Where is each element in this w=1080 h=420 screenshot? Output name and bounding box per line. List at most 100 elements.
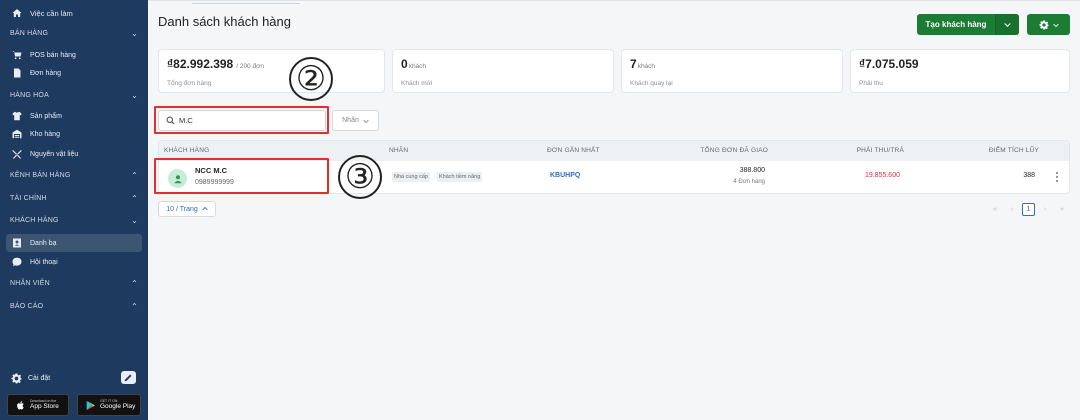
document-icon (10, 67, 24, 79)
edit-button[interactable] (121, 371, 136, 384)
top-divider-accent (192, 3, 300, 4)
contact-card-icon (10, 237, 24, 249)
chevron-down-icon: ⌄ (131, 215, 138, 225)
sidebar-section-khach-hang[interactable]: KHÁCH HÀNG ⌄ (0, 211, 148, 229)
chevron-up-icon: ⌃ (131, 193, 138, 203)
sidebar-item-conversations[interactable]: Hội thoại (0, 253, 148, 271)
utensils-icon (10, 148, 24, 160)
sidebar-item-label: Nguyên vật liệu (30, 150, 79, 158)
app-store-badge[interactable]: Download on the App Store (7, 394, 69, 416)
stat-caption: Tổng đơn hàng (167, 80, 212, 87)
sidebar-item-todo[interactable]: Việc cần làm (0, 3, 148, 23)
sidebar-item-products[interactable]: Sản phẩm (0, 107, 148, 125)
pencil-icon (124, 373, 133, 382)
sidebar-item-label: Kho hàng (30, 130, 60, 138)
stat-card-new-customers: 0 khách Khách mới (392, 49, 614, 93)
sidebar-section-kenh-ban-hang[interactable]: KÊNH BÁN HÀNG ⌃ (0, 166, 148, 184)
gear-icon (1038, 19, 1049, 30)
row-more-options-icon[interactable] (1054, 172, 1060, 182)
sidebar-section-nhan-vien[interactable]: NHÂN VIÊN ⌃ (0, 274, 148, 292)
sidebar-item-materials[interactable]: Nguyên vật liệu (0, 145, 148, 163)
page-title: Danh sách khách hàng (158, 14, 291, 29)
stat-caption: Khách quay lại (630, 80, 673, 87)
column-header-points: ĐIỂM TÍCH LŨY (988, 147, 1039, 154)
top-divider (148, 0, 1080, 1)
receivable-amount: 19.855.600 (864, 172, 900, 179)
create-options-dropdown[interactable] (995, 14, 1019, 35)
google-play-text: Google Play (100, 402, 136, 410)
last-order-link[interactable]: KBUHPQ (550, 172, 580, 179)
stat-card-receivable: ₫7.075.059 Phải thu (850, 49, 1070, 93)
sidebar-item-label: Việc cần làm (30, 8, 73, 18)
chevron-up-icon (202, 206, 208, 211)
sidebar: Việc cần làm BÁN HÀNG ⌄ POS bán hàng Đơn… (0, 0, 148, 420)
column-header-tags: NHÃN (389, 147, 409, 154)
stat-value: 7 (630, 57, 637, 71)
sidebar-item-pos[interactable]: POS bán hàng (0, 46, 148, 64)
google-play-badge[interactable]: GET IT ON Google Play (77, 394, 141, 416)
sidebar-item-contacts[interactable]: Danh bạ (6, 234, 142, 252)
stat-card-returning-customers: 7 khách Khách quay lại (621, 49, 843, 93)
sidebar-item-warehouse[interactable]: Kho hàng (0, 125, 148, 143)
sidebar-item-orders[interactable]: Đơn hàng (0, 64, 148, 82)
section-label: BÁN HÀNG (10, 29, 49, 37)
section-label: HÀNG HÓA (10, 91, 49, 99)
total-delivered-orders: 4 Đơn hàng (733, 179, 765, 185)
annotation-highlight-row (154, 158, 329, 194)
stat-value: ₫7.075.059 (859, 57, 919, 71)
chevron-down-icon (363, 119, 369, 123)
column-header-customer: KHÁCH HÀNG (164, 147, 210, 154)
annotation-step-3: ③ (338, 155, 382, 199)
chevron-down-icon: ⌄ (131, 90, 138, 100)
sidebar-item-label: Hội thoại (30, 258, 58, 266)
chevron-down-icon (1004, 23, 1011, 27)
tag-badge: Nhà cung cấp (392, 172, 430, 182)
stat-card-total-orders: ₫82.992.398 / 200 đơn Tổng đơn hàng (158, 49, 385, 93)
first-page-button[interactable]: « (989, 203, 1001, 215)
chevron-up-icon: ⌃ (131, 278, 138, 288)
chevron-down-icon: ⌄ (131, 28, 138, 38)
sidebar-item-label: Danh bạ (30, 239, 57, 247)
cart-icon (10, 49, 24, 61)
sidebar-item-label: Sản phẩm (30, 112, 62, 120)
tag-filter-select[interactable]: Nhãn (332, 110, 379, 131)
sidebar-section-ban-hang[interactable]: BÁN HÀNG ⌄ (0, 24, 148, 42)
prev-page-button[interactable]: ‹ (1006, 203, 1018, 215)
next-page-button[interactable]: › (1039, 203, 1051, 215)
current-page-button[interactable]: 1 (1022, 203, 1035, 216)
stat-suffix: / 200 đơn (236, 63, 264, 70)
settings-label: Cài đặt (28, 374, 51, 382)
settings-dropdown-button[interactable] (1027, 14, 1070, 35)
create-customer-label: Tạo khách hàng (925, 20, 987, 29)
app-store-text: App Store (30, 402, 59, 410)
sidebar-section-tai-chinh[interactable]: TÀI CHÍNH ⌃ (0, 189, 148, 207)
create-customer-button[interactable]: Tạo khách hàng (917, 14, 1019, 35)
annotation-step-2: ② (289, 57, 333, 101)
apple-icon (14, 399, 26, 411)
stat-value: ₫82.992.398 (167, 57, 234, 71)
chevron-down-icon (1052, 23, 1059, 27)
column-header-receivable: PHẢI THU/TRẢ (856, 147, 904, 154)
section-label: KHÁCH HÀNG (10, 216, 59, 224)
total-delivered-amount: 388.800 (739, 167, 765, 174)
chat-icon (10, 256, 24, 268)
warehouse-icon (10, 128, 24, 140)
stat-caption: Phải thu (859, 80, 883, 87)
sidebar-section-bao-cao[interactable]: BÁO CÁO ⌃ (0, 297, 148, 315)
section-label: NHÂN VIÊN (10, 279, 50, 287)
sidebar-section-hang-hoa[interactable]: HÀNG HÓA ⌄ (0, 86, 148, 104)
tag-badge: Khách tiềm năng (437, 172, 483, 182)
shirt-icon (10, 110, 24, 122)
annotation-highlight-search (154, 106, 329, 134)
chevron-up-icon: ⌃ (131, 301, 138, 311)
page-size-select[interactable]: 10 / Trang (158, 201, 216, 217)
sidebar-item-label: Đơn hàng (30, 69, 62, 77)
stat-value: 0 (401, 57, 408, 71)
play-icon (84, 399, 96, 411)
gear-icon (10, 372, 22, 384)
stat-caption: Khách mới (401, 80, 433, 87)
loyalty-points: 388 (1023, 172, 1035, 179)
sidebar-item-label: POS bán hàng (30, 51, 76, 59)
column-header-total-delivered: TỔNG ĐƠN ĐÃ GIAO (700, 147, 768, 154)
last-page-button[interactable]: » (1056, 203, 1068, 215)
